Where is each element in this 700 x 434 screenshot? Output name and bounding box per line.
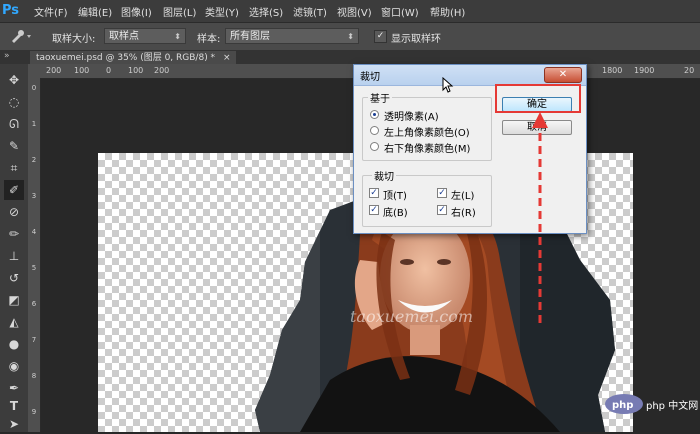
php-logo-icon: php — [605, 394, 643, 414]
checkbox-right[interactable]: ✓ — [437, 205, 447, 215]
svg-text:php: php — [612, 400, 633, 411]
close-icon: ✕ — [558, 69, 568, 80]
php-watermark: php php 中文网 — [604, 392, 700, 416]
radio-bottom-right-color[interactable] — [370, 142, 379, 151]
trim-group-label: 裁切 — [372, 168, 396, 183]
basis-group-label: 基于 — [368, 90, 392, 105]
checkbox-bottom[interactable]: ✓ — [369, 205, 379, 215]
radio-top-left-color[interactable] — [370, 126, 379, 135]
dialog-close-button[interactable]: ✕ — [544, 67, 582, 83]
radio-transparent-pixels[interactable] — [370, 110, 379, 119]
portrait-photo-layer: taoxuemei.com — [255, 195, 615, 432]
dialog-titlebar[interactable]: 裁切 ✕ — [354, 65, 586, 86]
option-top: 顶(T) — [383, 191, 407, 202]
checkbox-top[interactable]: ✓ — [369, 188, 379, 198]
dialog-title: 裁切 — [360, 72, 380, 83]
option-bottom: 底(B) — [383, 208, 408, 219]
annotation-arrow-icon — [532, 112, 548, 323]
watermark-text: taoxuemei.com — [350, 307, 473, 326]
option-transparent-pixels: 透明像素(A) — [384, 112, 439, 123]
option-top-left-color: 左上角像素颜色(O) — [384, 128, 470, 139]
option-right: 右(R) — [451, 208, 476, 219]
php-watermark-text: php 中文网 — [646, 401, 699, 412]
option-bottom-right-color: 右下角像素颜色(M) — [384, 144, 471, 155]
checkbox-left[interactable]: ✓ — [437, 188, 447, 198]
option-left: 左(L) — [451, 191, 475, 202]
mouse-cursor-icon — [442, 77, 454, 93]
